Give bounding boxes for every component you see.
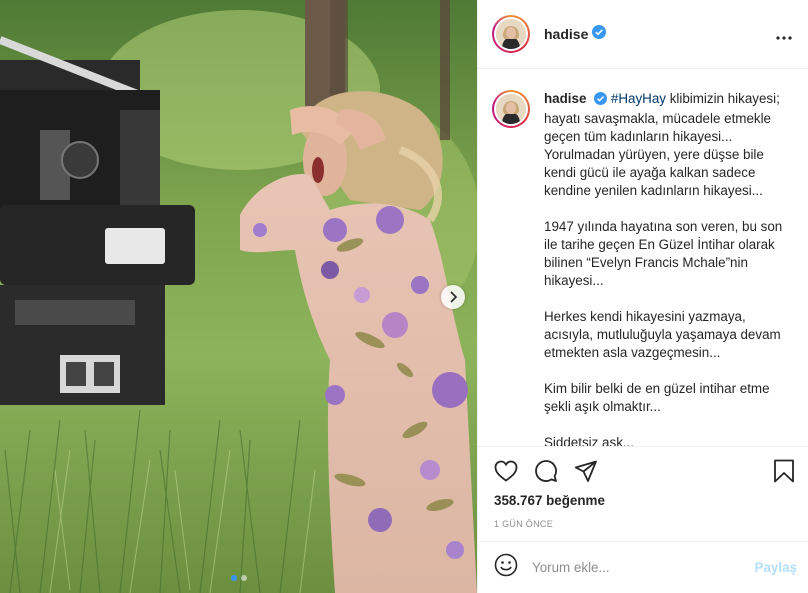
- post-actions: 358.767 beğenme 1 GÜN ÖNCE: [478, 446, 808, 529]
- comment-icon: [535, 460, 557, 482]
- next-slide-button[interactable]: [441, 285, 465, 309]
- caption-avatar[interactable]: [492, 90, 530, 128]
- emoji-button[interactable]: [494, 553, 518, 582]
- caption-text: hadise #HayHay klibimizin hikayesi; haya…: [544, 90, 793, 446]
- chevron-right-icon: [450, 291, 458, 303]
- bookmark-icon: [774, 459, 794, 483]
- likes-count[interactable]: 358.767 beğenme: [478, 493, 808, 508]
- hashtag-link[interactable]: #HayHay: [611, 91, 666, 106]
- comment-form: Paylaş: [478, 541, 808, 593]
- verified-badge-icon: [594, 92, 608, 110]
- save-button[interactable]: [773, 459, 795, 483]
- more-horizontal-icon: [776, 35, 792, 40]
- avatar[interactable]: [492, 15, 530, 53]
- post-image: [0, 0, 477, 593]
- caption-paragraph-2: 1947 yılında hayatına son veren, bu son …: [544, 219, 783, 288]
- caption-author-link[interactable]: hadise: [544, 91, 586, 106]
- comment-input[interactable]: [532, 560, 732, 575]
- username-link[interactable]: hadise: [544, 26, 588, 42]
- caption-paragraph-1: klibimizin hikayesi; hayatı savaşmakla, …: [544, 91, 780, 198]
- comment-button[interactable]: [534, 459, 558, 483]
- post-photo[interactable]: [0, 0, 477, 593]
- carousel-dot: [240, 575, 247, 581]
- post-comment-button[interactable]: Paylaş: [755, 560, 797, 575]
- post-details-panel: hadise hadise #HayHay klibimizin hikayes…: [477, 0, 808, 593]
- share-button[interactable]: [574, 459, 598, 483]
- send-icon: [574, 460, 597, 482]
- heart-icon: [494, 460, 518, 482]
- emoji-icon: [494, 553, 518, 577]
- post-timestamp[interactable]: 1 GÜN ÖNCE: [478, 519, 808, 529]
- carousel-indicator: [0, 575, 477, 581]
- post-header: hadise: [478, 0, 808, 69]
- carousel-dot: [230, 575, 237, 581]
- caption-paragraph-4: Kim bilir belki de en güzel intihar etme…: [544, 381, 770, 414]
- verified-badge-icon: [592, 24, 607, 44]
- caption-section: hadise #HayHay klibimizin hikayesi; haya…: [478, 70, 808, 446]
- caption-paragraph-5: Şiddetsiz aşk...: [544, 435, 635, 446]
- more-options-button[interactable]: [776, 24, 792, 45]
- caption-paragraph-3: Herkes kendi hikayesini yazmaya, acısıyl…: [544, 309, 781, 360]
- like-button[interactable]: [494, 460, 518, 482]
